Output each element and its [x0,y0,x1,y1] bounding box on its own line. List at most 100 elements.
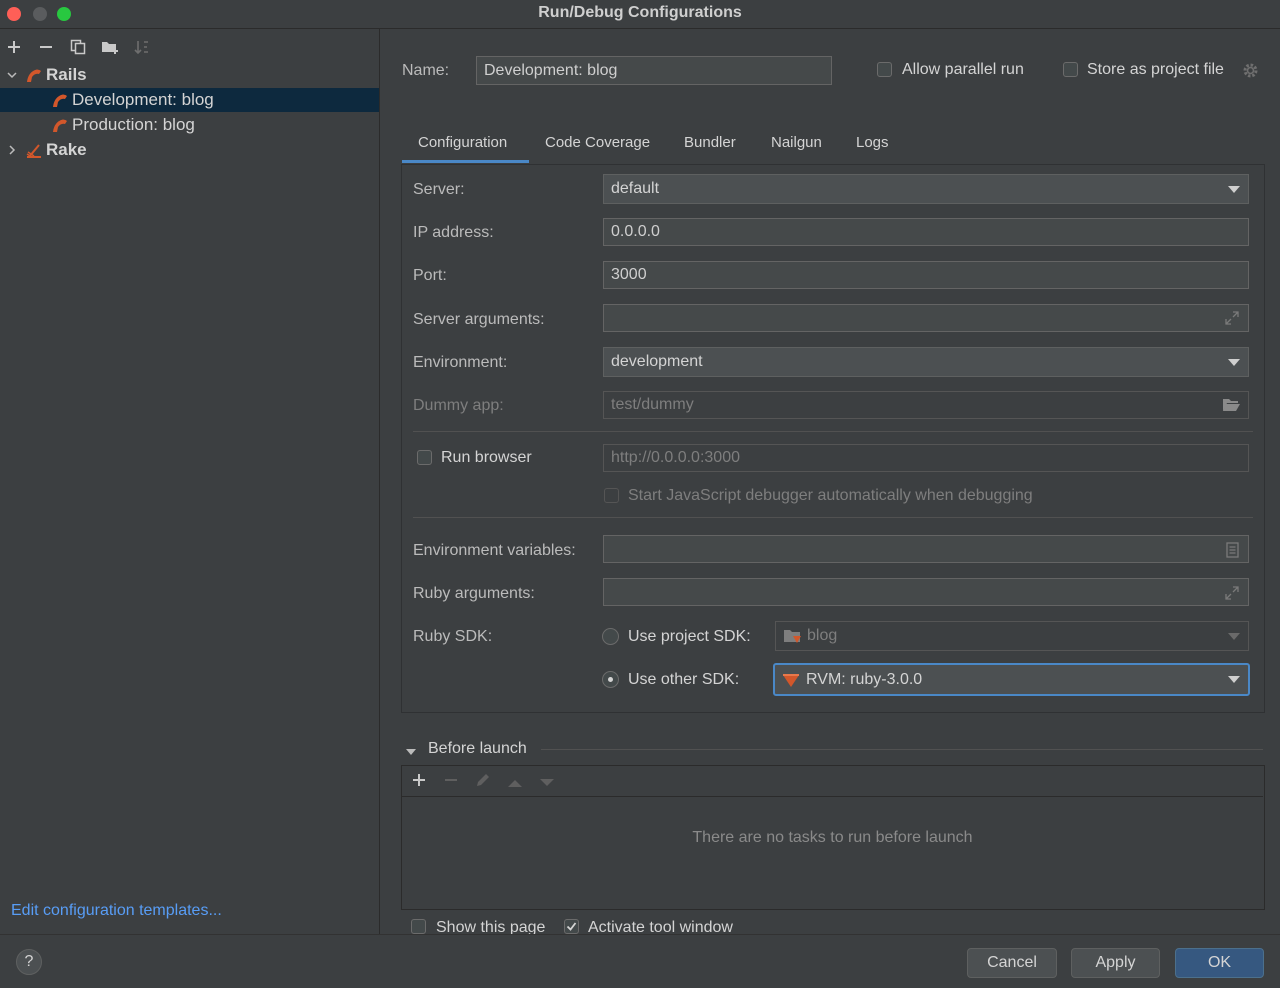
js-debugger-checkbox[interactable] [604,488,619,503]
ip-address-label: IP address: [413,224,494,241]
chevron-down-icon [1228,186,1240,193]
folder-open-icon[interactable] [1222,397,1241,418]
folder-add-icon[interactable] [99,36,121,58]
environment-select[interactable]: development [603,347,1249,377]
ip-address-field[interactable]: 0.0.0.0 [603,218,1249,246]
chevron-down-icon [1228,633,1240,640]
use-other-sdk-label: Use other SDK: [628,671,740,688]
show-this-page-label: Show this page [436,919,546,934]
allow-parallel-run-checkbox[interactable] [877,62,892,77]
dummy-app-label: Dummy app: [413,397,504,414]
run-browser-url-value: http://0.0.0.0:3000 [611,449,740,466]
js-debugger-label: Start JavaScript debugger automatically … [628,487,1033,504]
chevron-down-icon[interactable] [6,69,18,81]
project-sdk-select[interactable]: blog [775,621,1249,651]
allow-parallel-run-label: Allow parallel run [902,61,1024,78]
remove-task-icon[interactable] [444,773,458,792]
tab-code-coverage[interactable]: Code Coverage [545,134,650,151]
rails-icon [27,69,41,82]
document-icon[interactable] [1226,542,1239,563]
tree-item-label: Production: blog [72,115,195,134]
run-browser-url-field[interactable]: http://0.0.0.0:3000 [603,444,1249,472]
environment-variables-field[interactable] [603,535,1249,563]
ruby-arguments-label: Ruby arguments: [413,585,535,602]
server-select[interactable]: default [603,174,1249,204]
ruby-arguments-field[interactable] [603,578,1249,606]
ip-address-value: 0.0.0.0 [611,223,660,240]
expand-icon[interactable] [1224,585,1240,606]
radio-selected-dot [608,677,613,682]
tree-item-development-blog[interactable]: Development: blog [0,88,379,112]
activate-tool-window-label: Activate tool window [588,919,733,934]
port-label: Port: [413,267,447,284]
run-browser-label: Run browser [441,449,532,466]
checkmark-icon [566,922,577,931]
collapse-triangle-icon[interactable] [405,744,417,762]
edit-pencil-icon[interactable] [475,772,491,793]
apply-button[interactable]: Apply [1071,948,1160,978]
rake-icon [26,144,41,158]
run-browser-checkbox[interactable] [417,450,432,465]
tree-item-production-blog[interactable]: Production: blog [0,113,379,137]
tab-logs[interactable]: Logs [856,134,889,151]
divider [413,431,1253,432]
environment-label: Environment: [413,354,508,371]
port-field[interactable]: 3000 [603,261,1249,289]
name-field[interactable] [476,56,832,85]
configuration-tree-pane [0,29,380,934]
tree-group-rails[interactable]: Rails [0,63,379,87]
tab-bundler[interactable]: Bundler [684,134,736,151]
expand-icon[interactable] [1224,310,1240,331]
divider [413,517,1253,518]
folder-ruby-icon [784,630,801,643]
show-this-page-checkbox[interactable] [411,919,426,934]
activate-tool-window-checkbox[interactable] [564,919,579,934]
help-button[interactable]: ? [16,949,42,975]
server-arguments-field[interactable] [603,304,1249,332]
cancel-label: Cancel [987,954,1037,971]
gear-icon[interactable] [1242,62,1259,84]
tree-item-label: Development: blog [72,90,214,109]
ok-button[interactable]: OK [1175,948,1264,978]
apply-label: Apply [1095,954,1136,971]
port-value: 3000 [611,266,647,283]
use-project-sdk-label: Use project SDK: [628,628,751,645]
edit-configuration-templates-link[interactable]: Edit configuration templates... [11,902,222,920]
store-as-project-file-label: Store as project file [1087,61,1224,78]
add-task-icon[interactable] [412,773,426,792]
environment-variables-label: Environment variables: [413,542,576,559]
dummy-app-value: test/dummy [611,396,694,413]
before-launch-title[interactable]: Before launch [428,740,527,758]
no-tasks-message: There are no tasks to run before launch [692,829,973,846]
plus-icon[interactable] [3,36,25,58]
sort-icon[interactable] [131,36,153,58]
rails-icon [53,94,67,107]
tab-nailgun[interactable]: Nailgun [771,134,822,151]
server-label: Server: [413,181,465,198]
divider [402,796,1263,797]
tab-configuration[interactable]: Configuration [418,134,507,151]
divider [541,749,1263,750]
minus-icon[interactable] [35,36,57,58]
active-tab-indicator [402,160,529,163]
tree-group-label: Rails [46,65,87,84]
tree-group-rake[interactable]: Rake [0,138,379,162]
chevron-right-icon[interactable] [6,144,18,156]
other-sdk-select[interactable]: RVM: ruby-3.0.0 [773,663,1250,696]
use-project-sdk-radio[interactable] [602,628,619,645]
use-other-sdk-radio[interactable] [602,671,619,688]
dummy-app-field[interactable]: test/dummy [603,391,1249,419]
help-icon: ? [24,953,34,970]
environment-value: development [611,353,703,370]
copy-icon[interactable] [67,36,89,58]
cancel-button[interactable]: Cancel [967,948,1057,978]
store-as-project-file-checkbox[interactable] [1063,62,1078,77]
chevron-down-icon [1228,676,1240,683]
move-down-icon[interactable] [539,775,555,793]
server-arguments-label: Server arguments: [413,311,545,328]
move-up-icon[interactable] [507,775,523,793]
ok-label: OK [1207,954,1232,971]
project-sdk-value: blog [807,627,838,644]
ruby-gem-icon [783,673,799,687]
server-value: default [611,180,660,197]
